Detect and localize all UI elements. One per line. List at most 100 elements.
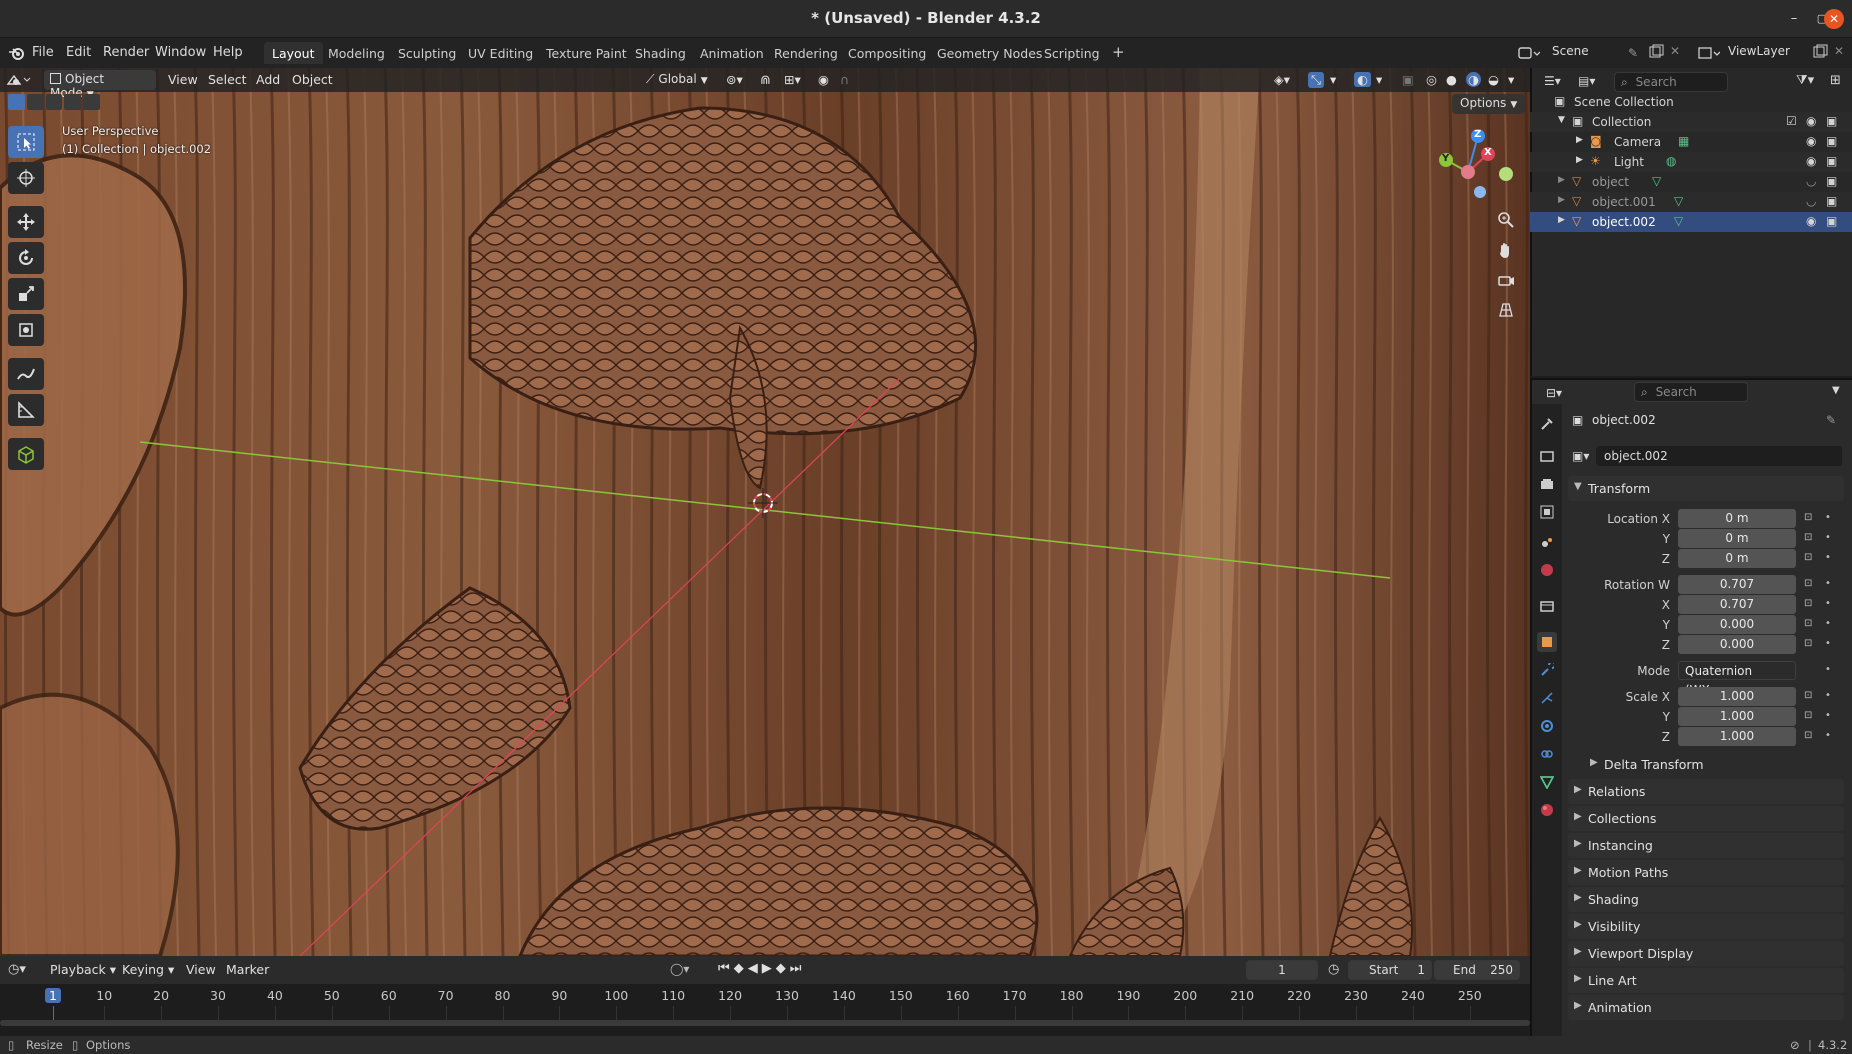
snap-target-icon[interactable]: ⊞▾ [784,72,801,87]
delta-transform-panel-header[interactable]: ▶ Delta Transform [1584,752,1844,777]
blender-logo-icon[interactable] [8,45,26,64]
close-button[interactable]: ✕ [1824,9,1844,29]
auto-keying-icon[interactable]: ◯▾ [670,962,689,976]
location-x-field[interactable]: 0 m [1678,509,1796,528]
outliner-row-camera[interactable]: ▶ ◙ Camera ▦ ◉ ▣ [1530,132,1852,152]
keyframe-dot-icon[interactable]: • [1825,512,1831,523]
lock-icon[interactable]: ⊡ [1804,638,1812,649]
tab-geometry-nodes[interactable]: Geometry Nodes [929,42,1050,64]
transform-panel-header[interactable]: ▼ Transform [1568,476,1844,501]
tab-sculpting[interactable]: Sculpting [390,42,464,64]
filter-icon[interactable]: ⧩▾ [1796,73,1814,88]
move-tool[interactable] [8,206,44,238]
view-layer-tab-icon[interactable] [1537,502,1557,522]
mesh-data-tab-icon[interactable] [1537,772,1557,792]
rotation-mode-dropdown[interactable]: Quaternion (WX...▼ [1678,661,1796,697]
viewport-menu-view[interactable]: View [168,72,198,87]
overlay-dropdown-icon[interactable]: ▾ [1376,72,1382,87]
menu-help[interactable]: Help [213,45,243,60]
tab-shading[interactable]: Shading [627,42,694,64]
menu-edit[interactable]: Edit [66,45,91,60]
keyframe-dot-icon[interactable]: • [1825,710,1831,721]
render-camera-icon[interactable]: ▣ [1826,174,1837,188]
tab-layout[interactable]: Layout [264,42,323,64]
viewport-display-panel-header[interactable]: ▶ Viewport Display [1568,941,1844,966]
keyframe-dot-icon[interactable]: • [1825,578,1831,589]
timeline-editor-icon[interactable]: ◷▾ [8,962,26,977]
eye-icon[interactable]: ◉ [1806,214,1816,228]
lock-icon[interactable]: ⊡ [1804,578,1812,589]
transform-orientation-dropdown[interactable]: ⟋ Global ▼ [640,70,716,90]
new-collection-icon[interactable]: ⊞ [1830,73,1841,88]
timeline-menu-keying[interactable]: Keying ▾ [122,962,174,977]
outliner-row-object[interactable]: ▶ ▽ object ▽ ◡ ▣ [1530,172,1852,192]
tab-rendering[interactable]: Rendering [766,42,846,64]
lock-icon[interactable]: ⊡ [1804,512,1812,523]
editor-type-icon[interactable] [6,72,32,91]
start-frame-field[interactable]: Start 1 [1348,960,1432,980]
add-cube-tool[interactable] [8,438,44,470]
rendered-shading-icon[interactable]: ◒ [1488,72,1499,87]
keyframe-dot-icon[interactable]: • [1825,618,1831,629]
scale-x-field[interactable]: 1.000 [1678,687,1796,706]
lock-icon[interactable]: ⊡ [1804,598,1812,609]
tab-uv-editing[interactable]: UV Editing [460,42,541,64]
new-scene-icon[interactable] [1648,44,1664,63]
timeline-ruler[interactable]: 1 10 20 30 40 50 60 70 80 90 100 110 120 130 140 150 160… [0,984,1530,1036]
cursor-tool[interactable] [8,162,44,194]
render-camera-icon[interactable]: ▣ [1826,194,1837,208]
lock-icon[interactable]: ⊡ [1804,730,1812,741]
modifier-tab-icon[interactable] [1537,660,1557,680]
timeline-menu-view[interactable]: View [186,962,216,977]
minimize-button[interactable]: – [1784,9,1804,29]
outliner-row-collection[interactable]: ▼ ▣ Collection ☑ ◉ ▣ [1530,112,1852,132]
scale-y-field[interactable]: 1.000 [1678,707,1796,726]
chevron-down-icon[interactable]: ▼ [1832,385,1840,396]
line-art-panel-header[interactable]: ▶ Line Art [1568,968,1844,993]
3d-viewport[interactable]: User Perspective (1) Collection | object… [0,68,1530,956]
menu-window[interactable]: Window [155,45,206,60]
lock-icon[interactable]: ⊡ [1804,710,1812,721]
render-camera-icon[interactable]: ▣ [1826,134,1837,148]
light-data-icon[interactable]: ◍ [1666,154,1676,168]
rotation-x-field[interactable]: 0.707 [1678,595,1796,614]
properties-search-input[interactable]: ⌕ Search [1634,382,1748,402]
pin-scene-icon[interactable]: ✎ [1628,46,1638,60]
shading-panel-header[interactable]: ▶ Shading [1568,887,1844,912]
render-camera-icon[interactable]: ▣ [1826,114,1837,128]
select-new-icon[interactable] [8,94,25,110]
tab-animation[interactable]: Animation [692,42,772,64]
scene-name-field[interactable]: Scene [1546,42,1628,62]
end-frame-field[interactable]: End 250 [1434,960,1520,980]
navigation-gizmo[interactable]: Z X Y [1420,124,1516,220]
exclude-checkbox[interactable]: ☑ [1786,114,1797,128]
keyframe-dot-icon[interactable]: • [1825,638,1831,649]
expand-chevron-icon[interactable]: ▶ [1558,195,1565,205]
tab-texture-paint[interactable]: Texture Paint [538,42,635,64]
overlay-toggle-icon[interactable]: ◐ [1354,72,1371,87]
rotation-y-field[interactable]: 0.000 [1678,615,1796,634]
object-tab-icon[interactable] [1537,632,1557,652]
tab-scripting[interactable]: Scripting [1036,42,1108,64]
delete-viewlayer-icon[interactable]: ✕ [1834,44,1844,58]
properties-editor-icon[interactable]: ⊟▾ [1546,386,1562,400]
lock-icon[interactable]: ⊡ [1804,690,1812,701]
viewlayer-name-field[interactable]: ViewLayer [1722,42,1814,62]
outliner-row-object-001[interactable]: ▶ ▽ object.001 ▽ ◡ ▣ [1530,192,1852,212]
timeline-menu-marker[interactable]: Marker [226,962,269,977]
pin-icon[interactable]: ✎ [1826,413,1836,427]
display-mode-icon[interactable]: ▤▾ [1578,74,1595,88]
tool-tab-icon[interactable] [1537,414,1557,434]
ortho-grid-icon[interactable] [1494,298,1518,322]
wireframe-shading-icon[interactable]: ◎ [1426,72,1437,87]
lock-icon[interactable]: ⊡ [1804,532,1812,543]
mode-selector[interactable]: Object Mode▼ [44,70,156,100]
outliner-editor-icon[interactable]: ☰▾ [1544,74,1561,88]
material-shading-icon[interactable]: ◑ [1466,72,1481,87]
expand-chevron-icon[interactable]: ▶ [1558,175,1565,185]
xray-icon[interactable]: ▣ [1402,72,1414,87]
instancing-panel-header[interactable]: ▶ Instancing [1568,833,1844,858]
viewport-menu-select[interactable]: Select [208,72,247,87]
outliner-search-input[interactable]: ⌕ Search [1614,72,1728,92]
scale-tool[interactable] [8,278,44,310]
